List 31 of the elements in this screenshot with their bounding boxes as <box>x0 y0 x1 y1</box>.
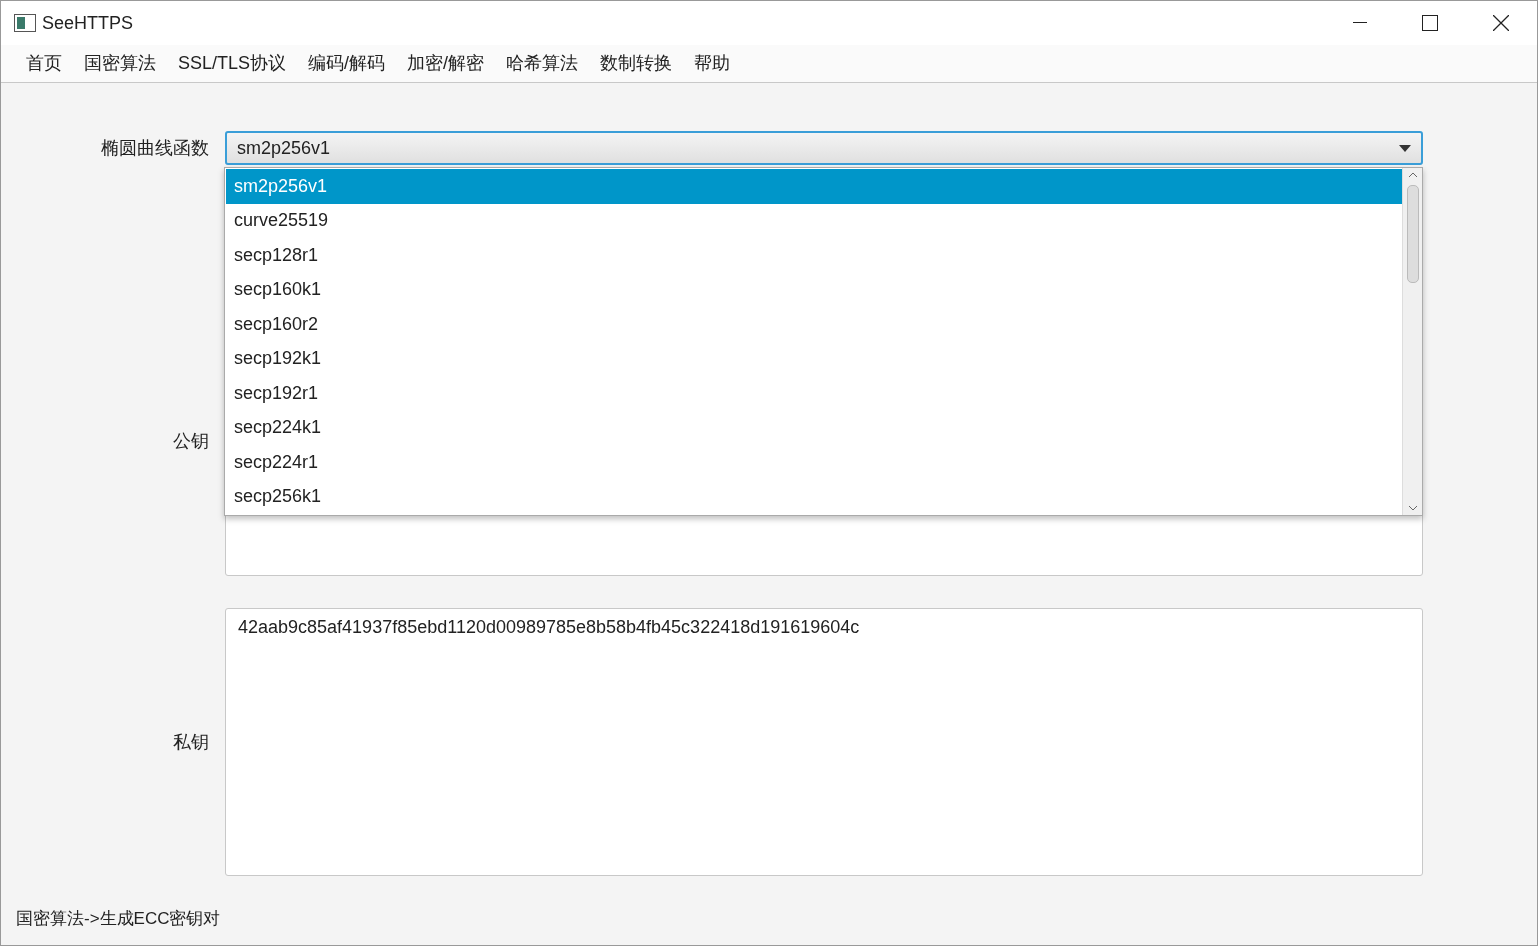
minimize-icon <box>1353 22 1367 24</box>
scrollbar[interactable] <box>1402 168 1422 515</box>
dropdown-option[interactable]: secp160r2 <box>226 307 1402 342</box>
app-icon <box>14 14 36 32</box>
dropdown-option[interactable]: secp128r1 <box>226 238 1402 273</box>
private-key-field[interactable]: 42aab9c85af41937f85ebd1120d00989785e8b58b4fb45c322418d191619604c <box>225 608 1423 876</box>
caret-icon <box>1399 144 1411 152</box>
menu-item[interactable]: 数制转换 <box>589 48 684 79</box>
dropdown-option[interactable]: secp224r1 <box>226 445 1402 480</box>
dropdown-option[interactable]: secp160k1 <box>226 272 1402 307</box>
dropdown-option[interactable]: secp224k1 <box>226 410 1402 445</box>
dropdown-option[interactable]: secp256k1 <box>226 479 1402 514</box>
menu-item[interactable]: 加密/解密 <box>396 48 496 79</box>
field-label: 公钥 <box>172 429 209 453</box>
close-icon <box>1493 15 1509 31</box>
menu-item[interactable]: 编码/解码 <box>297 48 397 79</box>
window-title: SeeHTTPS <box>42 11 134 35</box>
menu-item[interactable]: 首页 <box>15 48 73 79</box>
menu-item[interactable]: 帮助 <box>683 48 742 79</box>
scrollbar-thumb[interactable] <box>1406 185 1419 283</box>
field-label: 椭圆曲线函数 <box>100 136 209 160</box>
menu-item[interactable]: 国密算法 <box>73 48 167 79</box>
dropdown-option[interactable]: curve25519 <box>226 203 1402 238</box>
curve-dropdown[interactable]: sm2p256v1 <box>225 131 1423 165</box>
dropdown-option[interactable]: secp192k1 <box>226 341 1402 376</box>
status-text: 国密算法->生成ECC密钥对 <box>16 908 222 930</box>
menu-item[interactable]: SSL/TLS协议 <box>167 48 298 79</box>
menu-item[interactable]: 哈希算法 <box>495 48 590 79</box>
dropdown-option[interactable]: secp192r1 <box>226 376 1402 411</box>
maximize-icon <box>1422 15 1438 31</box>
field-label: 私钥 <box>172 730 209 754</box>
